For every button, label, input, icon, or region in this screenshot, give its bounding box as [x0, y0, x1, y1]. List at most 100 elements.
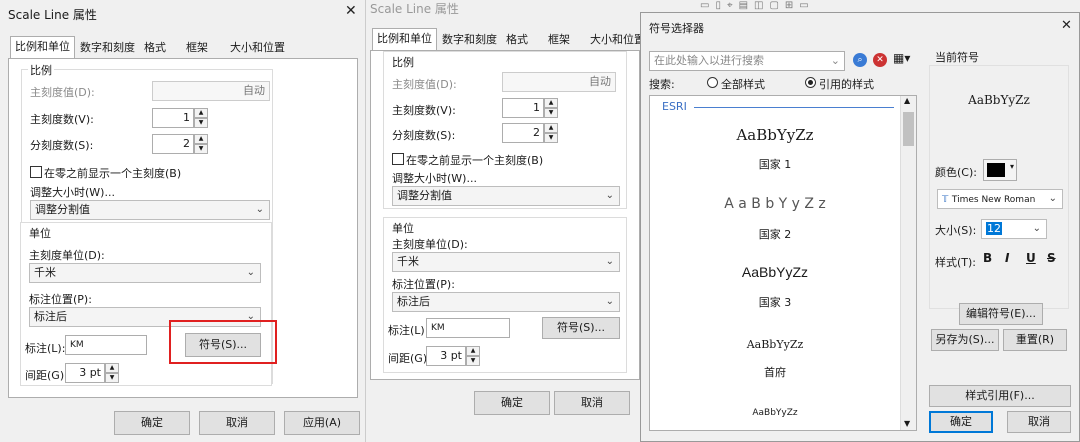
save-as-button[interactable]: 另存为(S)... [931, 329, 999, 351]
tab-scale-units[interactable]: 比例和单位 [10, 36, 75, 59]
ok-button[interactable]: 确定 [474, 391, 550, 415]
arrow-down-icon[interactable]: ▼ [105, 373, 119, 383]
resize-dropdown[interactable]: 调整分割值 ⌄ [30, 200, 270, 220]
major-count-label: 主刻度数(V): [30, 113, 94, 126]
group-title: 比例 [28, 62, 54, 78]
edit-symbol-button[interactable]: 编辑符号(E)... [959, 303, 1043, 325]
sub-count-stepper[interactable]: 2 ▲ ▼ [152, 134, 208, 154]
ok-button[interactable]: 确定 [929, 411, 993, 433]
stepper-value[interactable]: 2 [502, 123, 544, 143]
radio-ref-label: 引用的样式 [819, 78, 874, 91]
scroll-up-icon[interactable]: ▲ [904, 96, 910, 105]
chevron-down-icon[interactable]: ⌄ [831, 52, 840, 70]
arrow-up-icon[interactable]: ▲ [105, 363, 119, 373]
tab-numbers-marks[interactable]: 数字和刻度 [76, 38, 139, 58]
arrow-down-icon[interactable]: ▼ [466, 356, 480, 366]
gap-stepper[interactable]: 3 pt ▲ ▼ [426, 346, 480, 366]
arrow-down-icon[interactable]: ▼ [194, 144, 208, 154]
close-icon[interactable]: ✕ [345, 3, 357, 19]
arrow-up-icon[interactable]: ▲ [194, 108, 208, 118]
major-unit-dropdown[interactable]: 千米 ⌄ [29, 263, 261, 283]
underline-button[interactable]: U [1026, 251, 1036, 265]
reset-button[interactable]: 重置(R) [1003, 329, 1067, 351]
show-before-zero-label: 在零之前显示一个主刻度(B) [406, 154, 544, 167]
gallery-scrollbar[interactable]: ▲ ▼ [900, 96, 916, 430]
chevron-down-icon: ▾ [1009, 162, 1014, 171]
stepper-value[interactable]: 3 pt [426, 346, 466, 366]
color-picker[interactable]: ▾ [983, 159, 1017, 181]
symbol-sample[interactable]: AaBbYyZz [650, 264, 900, 280]
arrow-down-icon[interactable]: ▼ [544, 108, 558, 118]
close-icon[interactable]: ✕ [1061, 18, 1072, 33]
radio-referenced-styles[interactable] [805, 77, 816, 88]
major-unit-dropdown[interactable]: 千米 ⌄ [392, 252, 620, 272]
arrow-up-icon[interactable]: ▲ [544, 98, 558, 108]
major-value-label: 主刻度值(D): [392, 78, 457, 91]
italic-button[interactable]: I [1005, 251, 1009, 265]
label-text-input[interactable]: KM [65, 335, 147, 355]
label-position-dropdown[interactable]: 标注后 ⌄ [392, 292, 620, 312]
gap-stepper[interactable]: 3 pt ▲ ▼ [65, 363, 119, 383]
gap-label: 间距(G): [388, 352, 431, 365]
arrow-down-icon[interactable]: ▼ [194, 118, 208, 128]
major-value-label: 主刻度值(D): [30, 86, 95, 99]
major-count-stepper[interactable]: 1 ▲ ▼ [152, 108, 208, 128]
clear-search-icon[interactable]: ✕ [873, 53, 887, 67]
bold-button[interactable]: B [983, 251, 992, 265]
resize-label: 调整大小时(W)... [30, 186, 115, 199]
major-count-stepper[interactable]: 1 ▲ ▼ [502, 98, 558, 118]
tab-size-position[interactable]: 大小和位置 [226, 38, 289, 58]
stepper-value[interactable]: 1 [502, 98, 544, 118]
current-symbol-sample: AaBbYyZz [968, 93, 1030, 107]
scroll-thumb[interactable] [903, 112, 914, 146]
major-value-field[interactable]: 自动 [502, 72, 616, 92]
arrow-down-icon[interactable]: ▼ [544, 133, 558, 143]
symbol-sample[interactable]: A a B b Y y Z z [650, 196, 900, 212]
label-position-label: 标注位置(P): [29, 293, 92, 306]
search-icon[interactable]: ⌕ [853, 53, 867, 67]
major-unit-label: 主刻度单位(D): [392, 238, 468, 251]
arrow-up-icon[interactable]: ▲ [466, 346, 480, 356]
arrow-up-icon[interactable]: ▲ [544, 123, 558, 133]
symbol-sample[interactable]: AaBbYyZz [650, 408, 900, 418]
arrow-up-icon[interactable]: ▲ [194, 134, 208, 144]
font-dropdown[interactable]: 𝕋 Times New Roman ⌄ [937, 189, 1063, 209]
tab-frame[interactable]: 框架 [544, 30, 574, 50]
search-placeholder: 在此处输入以进行搜索 [654, 54, 764, 67]
resize-dropdown[interactable]: 调整分割值 ⌄ [392, 186, 620, 206]
tab-format[interactable]: 格式 [502, 30, 532, 50]
symbol-sample[interactable]: AaBbYyZz [650, 338, 900, 351]
size-dropdown[interactable]: 12 ⌄ [981, 219, 1047, 239]
show-before-zero-checkbox[interactable] [30, 166, 42, 178]
label-position-value: 标注后 [34, 310, 67, 323]
resize-value: 调整分割值 [35, 203, 90, 216]
stepper-value[interactable]: 1 [152, 108, 194, 128]
ok-button[interactable]: 确定 [114, 411, 190, 435]
style-group-name: ESRI [662, 100, 687, 113]
apply-button[interactable]: 应用(A) [284, 411, 360, 435]
tab-numbers-marks[interactable]: 数字和刻度 [438, 30, 501, 50]
symbol-button[interactable]: 符号(S)... [542, 317, 620, 339]
tab-format[interactable]: 格式 [140, 38, 170, 58]
style-group-line [694, 107, 894, 108]
cancel-button[interactable]: 取消 [199, 411, 275, 435]
label-text-input[interactable]: KM [426, 318, 510, 338]
strikethrough-button[interactable]: S [1047, 251, 1056, 265]
sub-count-stepper[interactable]: 2 ▲ ▼ [502, 123, 558, 143]
tab-scale-units[interactable]: 比例和单位 [372, 28, 437, 51]
style-references-button[interactable]: 样式引用(F)... [929, 385, 1071, 407]
cancel-button[interactable]: 取消 [554, 391, 630, 415]
scroll-down-icon[interactable]: ▼ [904, 419, 910, 428]
cancel-button[interactable]: 取消 [1007, 411, 1071, 433]
tab-frame[interactable]: 框架 [182, 38, 212, 58]
major-count-label: 主刻度数(V): [392, 104, 456, 117]
show-before-zero-checkbox[interactable] [392, 153, 404, 165]
stepper-value[interactable]: 2 [152, 134, 194, 154]
symbol-sample[interactable]: AaBbYyZz [650, 126, 900, 144]
view-options-icon[interactable]: ▦▾ [893, 51, 910, 65]
chevron-down-icon: ⌄ [605, 190, 614, 201]
radio-all-styles[interactable] [707, 77, 718, 88]
stepper-value[interactable]: 3 pt [65, 363, 105, 383]
major-value-field[interactable]: 自动 [152, 81, 270, 101]
search-input[interactable]: 在此处输入以进行搜索 ⌄ [649, 51, 845, 71]
